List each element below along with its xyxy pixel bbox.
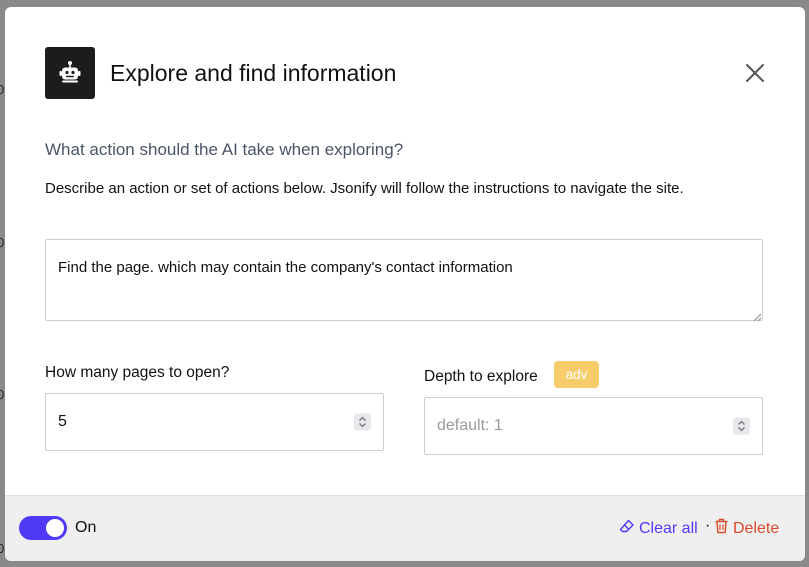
instructions-heading: What action should the AI take when expl… bbox=[45, 140, 404, 159]
pages-value: 5 bbox=[58, 413, 67, 430]
dialog-title: Explore and find information bbox=[110, 60, 397, 86]
depth-label: Depth to explore bbox=[424, 368, 538, 385]
trash-icon bbox=[714, 518, 729, 539]
instructions-description: Describe an action or set of actions bel… bbox=[45, 180, 684, 197]
dialog-footer: On Clear all · Delete bbox=[5, 495, 805, 561]
instructions-textarea[interactable]: Find the page. which may contain the com… bbox=[45, 239, 763, 321]
robot-icon bbox=[45, 47, 95, 99]
resize-handle-icon[interactable] bbox=[752, 309, 762, 322]
clear-all-button[interactable]: Clear all bbox=[619, 518, 698, 539]
delete-label: Delete bbox=[733, 519, 780, 537]
enabled-toggle[interactable] bbox=[19, 516, 67, 540]
spinner-icon[interactable] bbox=[354, 413, 371, 431]
depth-input[interactable]: default: 1 bbox=[424, 397, 763, 455]
pages-input[interactable]: 5 bbox=[45, 393, 384, 451]
eraser-icon bbox=[619, 518, 635, 539]
advanced-badge: adv bbox=[554, 361, 599, 388]
background-glyph: 0 bbox=[0, 541, 5, 556]
explore-step-dialog: Explore and find information What action… bbox=[5, 7, 805, 561]
dialog-header: Explore and find information bbox=[45, 47, 805, 99]
background-glyph: 0 bbox=[0, 82, 5, 97]
background-glyph: 0 bbox=[0, 235, 5, 250]
spinner-icon[interactable] bbox=[733, 417, 750, 435]
separator-dot: · bbox=[705, 517, 711, 534]
toggle-knob bbox=[46, 519, 64, 537]
clear-all-label: Clear all bbox=[639, 519, 698, 537]
delete-button[interactable]: Delete bbox=[714, 518, 779, 539]
depth-placeholder: default: 1 bbox=[437, 417, 503, 434]
background-glyph: 0 bbox=[0, 387, 5, 402]
close-icon[interactable] bbox=[745, 63, 765, 83]
toggle-label: On bbox=[75, 519, 97, 536]
pages-label: How many pages to open? bbox=[45, 364, 230, 381]
